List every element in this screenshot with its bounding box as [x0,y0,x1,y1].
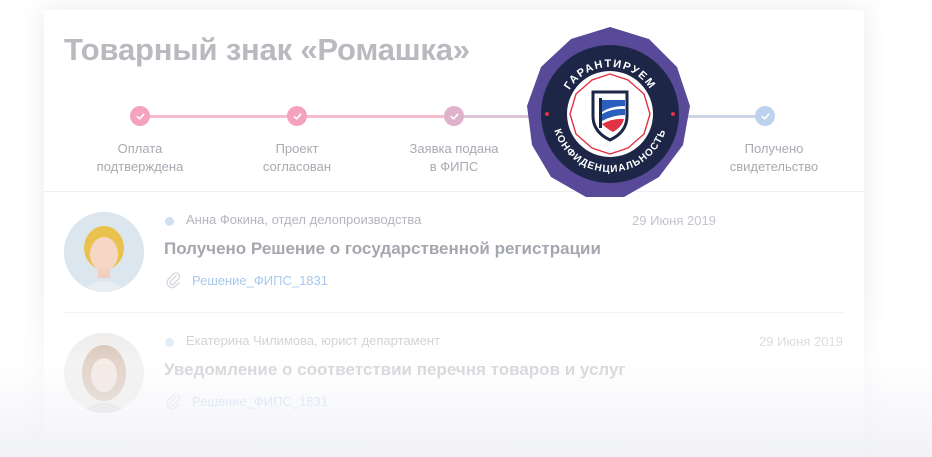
step-1-label: Оплата подтверждена [96,141,184,174]
status-dot [165,338,174,347]
step-1-check-icon [130,106,150,126]
message-date: 29 Июня 2019 [632,213,716,228]
step-4-label: Получено свидетельство [729,141,819,174]
row-divider [64,312,844,313]
paperclip-icon [166,393,181,410]
message-date: 29 Июня 2019 [759,334,843,349]
header-divider [44,191,864,192]
paperclip-icon [166,272,181,289]
confidentiality-seal: ГАРАНТИРУЕМ КОНФИДЕНЦИАЛЬНОСТЬ [527,27,690,197]
message-author: Анна Фокина, отдел делопроизводства [186,212,422,227]
step-2-check-icon [287,106,307,126]
page-title: Товарный знак «Ромашка» [64,32,470,67]
shield-icon [591,90,629,142]
status-dot [165,217,174,226]
message-author: Екатерина Чилимова, юрист департамент [186,333,440,348]
attachment-link[interactable]: Решение_ФИПС_1831 [192,273,328,288]
step-4-check-icon [755,106,775,126]
step-3-check-icon [444,106,464,126]
attachment-link[interactable]: Решение_ФИПС_1831 [192,394,328,409]
avatar [64,333,144,413]
trademark-card: Товарный знак «Ромашка» Оплата подтвержде… [44,10,864,457]
message-title[interactable]: Уведомление о соответствии перечня товар… [164,360,626,380]
step-2-label: Проект согласован [262,141,332,174]
avatar [64,212,144,292]
message-title[interactable]: Получено Решение о государственной регис… [164,239,601,259]
message-row[interactable]: Екатерина Чилимова, юрист департамент 29… [44,323,864,443]
message-row[interactable]: Анна Фокина, отдел делопроизводства 29 И… [44,202,864,322]
progress-track-end [684,115,764,118]
step-3-label: Заявка подана в ФИПС [409,141,499,174]
